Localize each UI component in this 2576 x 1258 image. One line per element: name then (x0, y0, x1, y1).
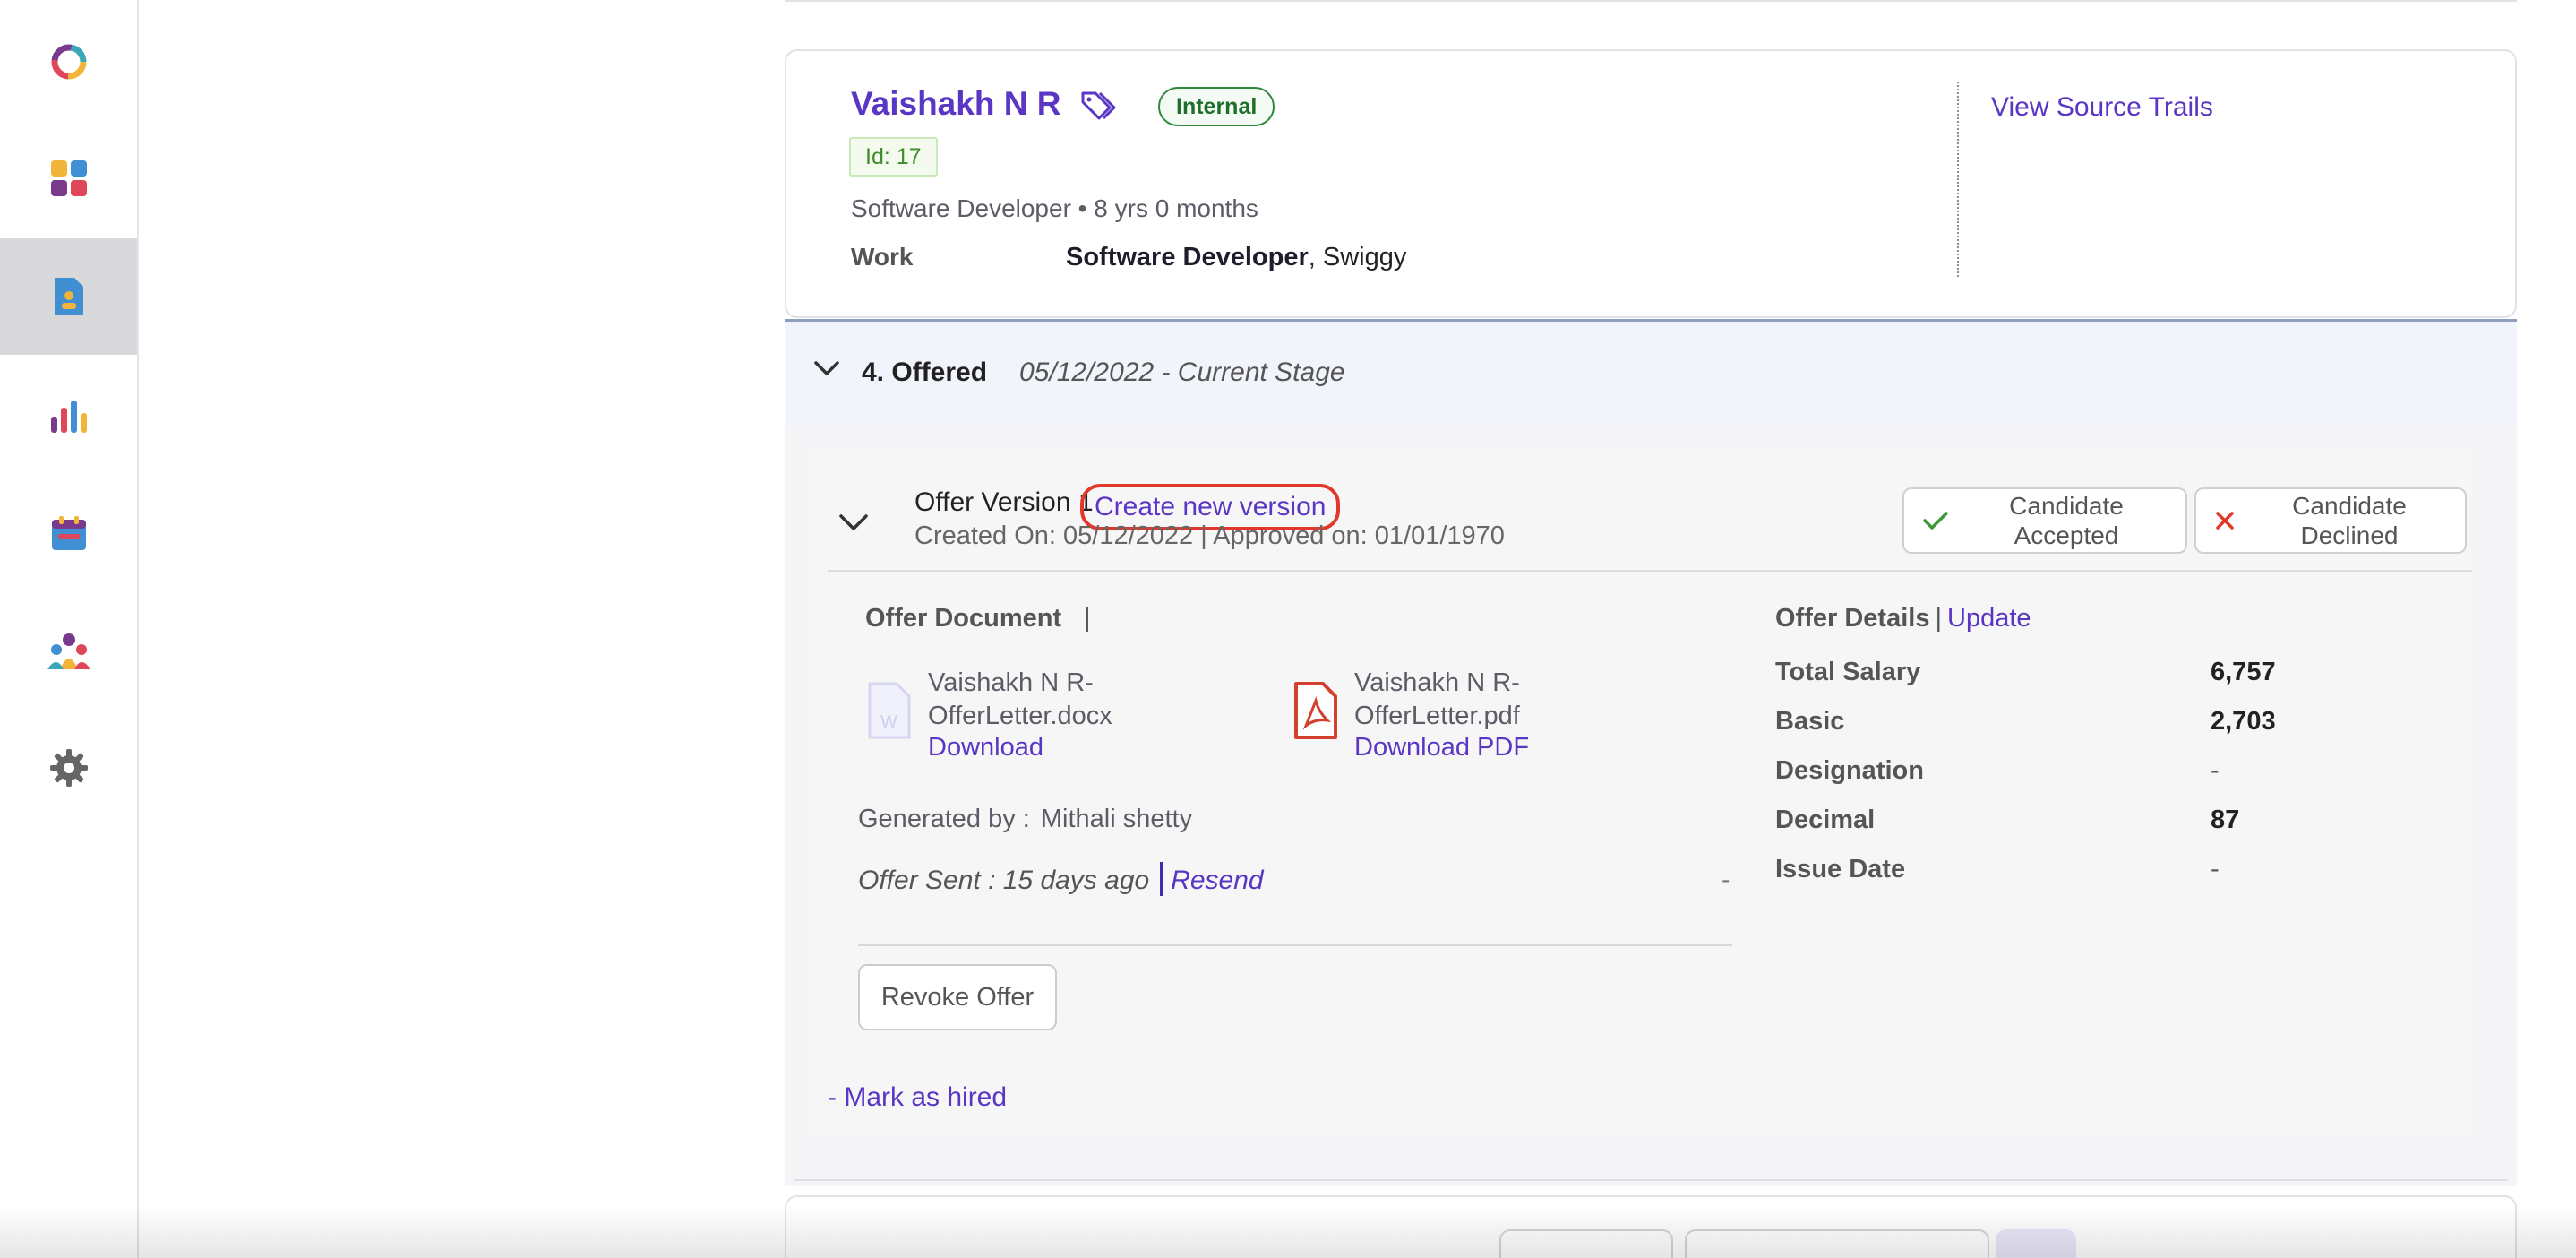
work-label: Work (851, 243, 914, 271)
footer-button[interactable] (1499, 1229, 1673, 1258)
calendar-icon (51, 516, 86, 550)
left-nav-rail (0, 0, 139, 1258)
candidate-document-icon (54, 278, 83, 315)
generated-by-label: Generated by : (858, 805, 1030, 833)
detail-value: - (2211, 855, 2220, 883)
rail-item-home[interactable] (0, 4, 137, 120)
detail-row: Designation - (1775, 756, 2438, 792)
work-company: , Swiggy (1308, 243, 1407, 271)
close-x-icon (2216, 512, 2234, 530)
created-approved-dates: Created On: 05/12/2022 | Approved on: 01… (914, 521, 1505, 550)
offer-sent-label: Offer Sent : 15 days ago (858, 866, 1150, 895)
candidate-declined-label: Candidate Declined (2292, 492, 2407, 549)
generated-by-name: Mithali shetty (1040, 805, 1193, 833)
checkmark-icon (1923, 512, 1948, 530)
placeholder-dash: - (1722, 866, 1730, 893)
detail-label: Issue Date (1775, 855, 1906, 883)
work-title: Software Developer (1066, 243, 1309, 271)
detail-label: Decimal (1775, 806, 1876, 834)
docx-file: W Vaishakh N R-OfferLetter.docx Download (867, 667, 1136, 774)
pdf-file-name: Vaishakh N R-OfferLetter.pdf (1354, 668, 1520, 730)
internal-badge: Internal (1158, 87, 1275, 126)
stage-date-status: 05/12/2022 - Current Stage (1019, 358, 1345, 387)
stage-body: Offer Version 1 Create new version Creat… (785, 425, 2517, 1186)
candidate-card: Vaishakh N R Internal Id: 17 Software De… (785, 49, 2517, 318)
bottom-divider (794, 1179, 2508, 1181)
candidate-accepted-button[interactable]: Candidate Accepted (1902, 487, 2187, 554)
offer-panel: Offer Version 1 Create new version Creat… (810, 452, 2472, 1133)
rail-item-settings[interactable] (0, 710, 137, 826)
document-divider (858, 944, 1732, 946)
analytics-bars-icon (50, 401, 87, 433)
candidate-accepted-label: Candidate Accepted (2009, 492, 2124, 549)
work-value: Software Developer, Swiggy (1066, 243, 1406, 272)
detail-label: Designation (1775, 756, 1924, 785)
detail-value: 6,757 (2211, 658, 2276, 686)
footer-primary-button[interactable] (1996, 1229, 2076, 1258)
detail-row: Issue Date - (1775, 855, 2438, 891)
detail-label: Total Salary (1775, 658, 1921, 686)
candidate-id-badge: Id: 17 (849, 137, 938, 177)
chevron-down-icon[interactable] (838, 513, 869, 532)
logo-ring-icon (51, 44, 86, 80)
card-divider (1957, 82, 1959, 277)
offer-document-pipe: | (1084, 604, 1091, 633)
detail-row: Decimal 87 (1775, 806, 2438, 841)
top-divider (785, 0, 2517, 2)
detail-label: Basic (1775, 707, 1845, 736)
footer-action-card (785, 1195, 2517, 1258)
generated-by: Generated by : Mithali shetty (858, 805, 1192, 834)
update-offer-details-link[interactable]: Update (1947, 604, 2031, 633)
detail-row: Total Salary 6,757 (1775, 658, 2438, 694)
resend-link[interactable]: Resend (1171, 866, 1263, 895)
offer-document-heading: Offer Document (865, 604, 1062, 633)
revoke-offer-button[interactable]: Revoke Offer (858, 964, 1057, 1030)
offer-details-title: Offer Details (1775, 604, 1930, 633)
rail-item-dashboard[interactable] (0, 120, 137, 237)
tag-icon[interactable] (1080, 89, 1120, 125)
stage-title: 4. Offered (862, 358, 988, 387)
rail-item-analytics[interactable] (0, 358, 137, 475)
detail-value: 87 (2211, 806, 2240, 834)
detail-value: - (2211, 756, 2220, 785)
word-document-icon: W (868, 682, 911, 739)
rail-item-candidates[interactable] (0, 238, 137, 355)
footer-button[interactable] (1685, 1229, 1989, 1258)
offer-details-heading: Offer Details | Update (1775, 604, 2031, 633)
sent-separator-bar (1160, 862, 1164, 896)
svg-text:W: W (880, 712, 897, 732)
candidate-name[interactable]: Vaishakh N R (851, 85, 1060, 123)
detail-row: Basic 2,703 (1775, 707, 2438, 743)
download-docx-link[interactable]: Download (928, 733, 1043, 763)
offer-details-pipe: | (1935, 604, 1942, 633)
offer-version-label: Offer Version 1 (914, 487, 1094, 517)
role-summary: Software Developer • 8 yrs 0 months (851, 194, 1258, 222)
chevron-down-icon[interactable] (813, 359, 840, 377)
offer-header-divider (828, 570, 2472, 572)
pdf-file: Vaishakh N R-OfferLetter.pdf Download PD… (1293, 667, 1580, 774)
view-source-trails-link[interactable]: View Source Trails (1991, 92, 2213, 123)
team-people-icon (47, 633, 90, 669)
rail-item-calendar[interactable] (0, 475, 137, 591)
candidate-declined-button[interactable]: Candidate Declined (2194, 487, 2467, 554)
rail-item-team[interactable] (0, 593, 137, 710)
mark-as-hired-link[interactable]: - Mark as hired (828, 1082, 1007, 1113)
stage-header[interactable]: 4. Offered 05/12/2022 - Current Stage (785, 319, 2517, 425)
download-pdf-link[interactable]: Download PDF (1354, 733, 1529, 763)
app-frame: Vaishakh N R Internal Id: 17 Software De… (0, 0, 2576, 1258)
detail-value: 2,703 (2211, 707, 2276, 736)
dashboard-grid-icon (50, 160, 87, 196)
settings-gear-icon (49, 749, 88, 787)
docx-file-name: Vaishakh N R-OfferLetter.docx (928, 668, 1112, 730)
offer-sent-status: Offer Sent : 15 days ago Resend (858, 862, 1264, 896)
pdf-document-icon (1294, 682, 1337, 739)
